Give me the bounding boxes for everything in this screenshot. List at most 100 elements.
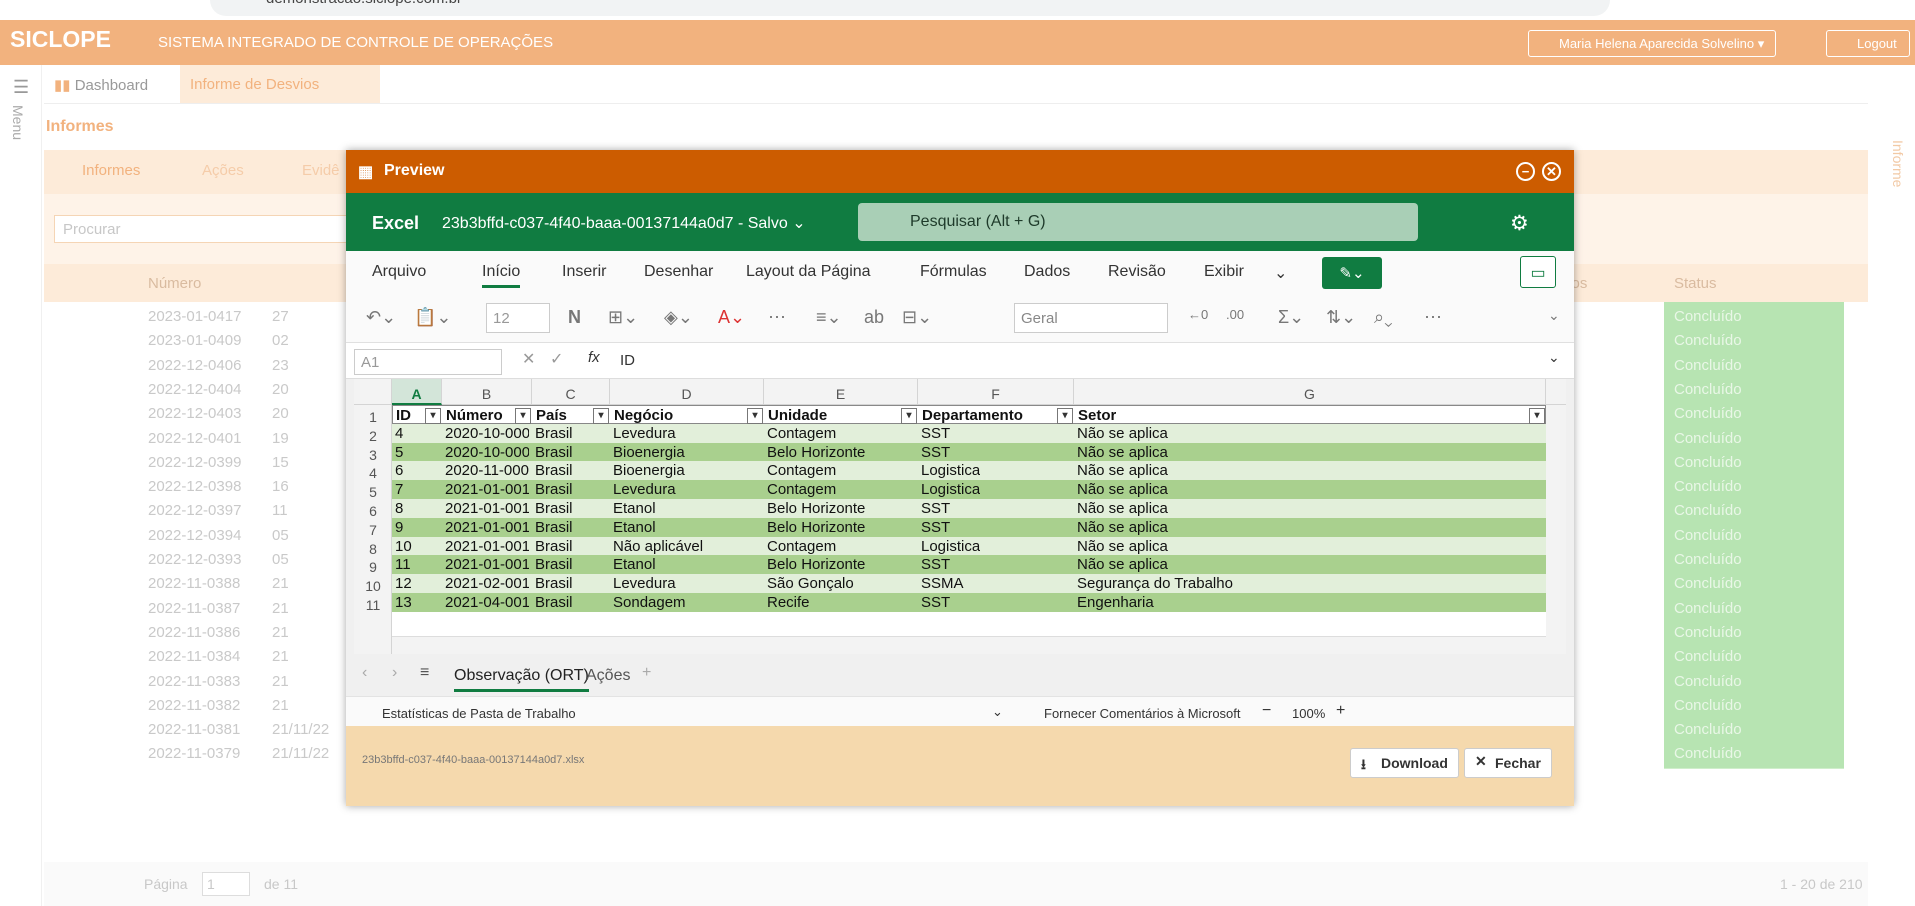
column-header[interactable]: F xyxy=(918,379,1074,405)
sheet-cell[interactable]: 5 xyxy=(395,444,403,461)
sheet-cell[interactable]: 2021-04-0018 xyxy=(445,594,529,611)
side-menu[interactable]: ☰ Menu xyxy=(0,65,42,906)
sheet-row[interactable]: 7 2021-01-0010 Brasil Levedura Contagem Logis… xyxy=(392,480,1546,500)
confirm-icon[interactable]: ✓ xyxy=(550,349,563,369)
function-icon[interactable]: fx xyxy=(588,349,600,366)
sheet-cell[interactable]: São Gonçalo xyxy=(767,575,854,592)
more-options-icon[interactable]: ⋯ xyxy=(1424,307,1442,328)
sheet-cell[interactable]: Brasil xyxy=(535,444,573,461)
more-icon[interactable]: ⋯ xyxy=(768,307,786,328)
chevron-down-icon[interactable]: ⌄ xyxy=(1274,263,1287,283)
user-menu-button[interactable]: Maria Helena Aparecida Solvelino ▾ xyxy=(1528,30,1776,57)
sheet-row[interactable]: 10 2021-01-0014 Brasil Não aplicável Contage… xyxy=(392,536,1546,556)
sheet-cell[interactable]: Não se aplica xyxy=(1077,425,1168,442)
sheet-cell[interactable]: 2021-01-0011 xyxy=(445,500,529,517)
sheet-cell[interactable]: Departamento xyxy=(922,407,1023,424)
menu-arquivo[interactable]: Arquivo xyxy=(372,263,426,281)
sheet-cell[interactable]: Não se aplica xyxy=(1077,556,1168,573)
menu-revisao[interactable]: Revisão xyxy=(1108,263,1166,281)
sheet-cell[interactable]: 12 xyxy=(395,575,412,592)
menu-inserir[interactable]: Inserir xyxy=(562,263,606,281)
menu-desenhar[interactable]: Desenhar xyxy=(644,263,713,281)
sheet-cell[interactable]: Não se aplica xyxy=(1077,462,1168,479)
zoom-in-icon[interactable]: + xyxy=(1336,702,1345,720)
filter-dropdown-icon[interactable]: ▾ xyxy=(1529,408,1545,424)
menu-exibir[interactable]: Exibir xyxy=(1204,263,1244,281)
search-input[interactable]: Procurar xyxy=(54,215,354,243)
number-format-select[interactable]: Geral xyxy=(1014,303,1168,333)
select-all-corner[interactable] xyxy=(354,379,392,405)
column-header[interactable]: B xyxy=(442,379,532,405)
sheet-cell[interactable]: Levedura xyxy=(613,575,676,592)
column-header[interactable]: A xyxy=(392,379,442,405)
row-header[interactable]: 11 xyxy=(354,593,392,616)
sheet-cell[interactable]: Contagem xyxy=(767,538,836,555)
sheet-cell[interactable]: Belo Horizonte xyxy=(767,500,865,517)
sheet-cell[interactable]: SST xyxy=(921,500,950,517)
sheet-row[interactable]: 6 2020-11-0008 Brasil Bioenergia Contagem Log… xyxy=(392,461,1546,481)
sheet-cell[interactable]: SST xyxy=(921,425,950,442)
sheet-cell[interactable]: Brasil xyxy=(535,556,573,573)
download-button[interactable]: ⭳ Download xyxy=(1350,748,1459,778)
feedback-link[interactable]: Fornecer Comentários à Microsoft xyxy=(1044,706,1241,721)
menu-label[interactable]: Menu xyxy=(10,105,26,140)
sheet-cell[interactable]: 2020-10-0007 xyxy=(445,444,529,461)
page-input[interactable]: 1 xyxy=(202,872,250,896)
sheet-cell[interactable]: Levedura xyxy=(613,481,676,498)
sheet-cell[interactable]: 2021-02-0016 xyxy=(445,575,529,592)
sheet-cell[interactable]: SST xyxy=(921,444,950,461)
sheet-cell[interactable]: Belo Horizonte xyxy=(767,556,865,573)
sheet-cell[interactable]: Contagem xyxy=(767,481,836,498)
sheet-cell[interactable]: Não se aplica xyxy=(1077,500,1168,517)
sheet-cell[interactable]: Brasil xyxy=(535,594,573,611)
workbook-stats[interactable]: Estatísticas de Pasta de Trabalho xyxy=(382,706,576,721)
menu-icon[interactable]: ☰ xyxy=(13,77,29,98)
column-header[interactable]: G xyxy=(1074,379,1546,405)
comments-button[interactable]: ▭ xyxy=(1520,256,1556,288)
horizontal-scrollbar[interactable] xyxy=(392,636,1546,654)
undo-icon[interactable]: ↶⌄ xyxy=(366,307,396,328)
sheet-cell[interactable]: 8 xyxy=(395,500,403,517)
sheet-tab-acoes[interactable]: Ações xyxy=(586,667,630,685)
app-logo[interactable]: SICLOPE xyxy=(10,26,111,53)
sheet-row[interactable]: 9 2021-01-0013 Brasil Etanol Belo Horizonte S… xyxy=(392,517,1546,537)
filter-dropdown-icon[interactable]: ▾ xyxy=(747,408,763,424)
tab-evidencias[interactable]: Evidê xyxy=(302,162,340,179)
zoom-out-icon[interactable]: − xyxy=(1262,702,1271,720)
filter-dropdown-icon[interactable]: ▾ xyxy=(1057,408,1073,424)
address-bar[interactable]: demonstracao.siclope.com.br xyxy=(210,0,1610,16)
right-panel-tab[interactable]: Informe xyxy=(1890,140,1906,187)
sheet-cell[interactable]: Logistica xyxy=(921,462,980,479)
excel-search-input[interactable]: Pesquisar (Alt + G) xyxy=(858,203,1418,241)
column-header[interactable]: D xyxy=(610,379,764,405)
sheet-cell[interactable]: Setor xyxy=(1078,407,1116,424)
sort-filter-icon[interactable]: ⇅⌄ xyxy=(1326,307,1356,328)
vertical-scrollbar[interactable] xyxy=(1546,405,1566,654)
sheet-cell[interactable]: Contagem xyxy=(767,462,836,479)
filter-dropdown-icon[interactable]: ▾ xyxy=(515,408,531,424)
sheet-cell[interactable]: Etanol xyxy=(613,519,656,536)
column-header-status[interactable]: Status xyxy=(1674,275,1717,292)
wrap-text-icon[interactable]: ab xyxy=(864,307,884,328)
sheet-cell[interactable]: SSMA xyxy=(921,575,964,592)
sheet-row[interactable]: 13 2021-04-0018 Brasil Sondagem Recife SST Eng… xyxy=(392,593,1546,612)
column-header[interactable]: C xyxy=(532,379,610,405)
filter-dropdown-icon[interactable]: ▾ xyxy=(901,408,917,424)
sum-icon[interactable]: Σ⌄ xyxy=(1278,307,1304,328)
sheet-cell[interactable]: 2020-11-0008 xyxy=(445,462,529,479)
search-icon[interactable]: ⌕⌄ xyxy=(1374,307,1393,328)
sheet-cell[interactable]: Etanol xyxy=(613,556,656,573)
sheet-cell[interactable]: Levedura xyxy=(613,425,676,442)
menu-inicio[interactable]: Início xyxy=(482,263,521,288)
sheet-cell[interactable]: Não se aplica xyxy=(1077,519,1168,536)
sheet-cell[interactable]: 2021-01-0015 xyxy=(445,556,529,573)
sheet-cell[interactable]: Belo Horizonte xyxy=(767,444,865,461)
sheet-cell[interactable]: Sondagem xyxy=(613,594,686,611)
cells[interactable]: ID ▾ Número ▾ País ▾ Negócio ▾ Unidade ▾ Departame… xyxy=(392,405,1546,654)
next-sheet-icon[interactable]: › xyxy=(392,664,397,682)
excel-file-name[interactable]: 23b3bffd-c037-4f40-baaa-00137144a0d7 - S… xyxy=(442,213,806,233)
sheet-cell[interactable]: ID xyxy=(396,407,411,424)
sheet-row[interactable]: 5 2020-10-0007 Brasil Bioenergia Belo Horizo… xyxy=(392,442,1546,462)
sheet-cell[interactable]: Não se aplica xyxy=(1077,444,1168,461)
fill-color-icon[interactable]: ◈⌄ xyxy=(664,307,693,328)
